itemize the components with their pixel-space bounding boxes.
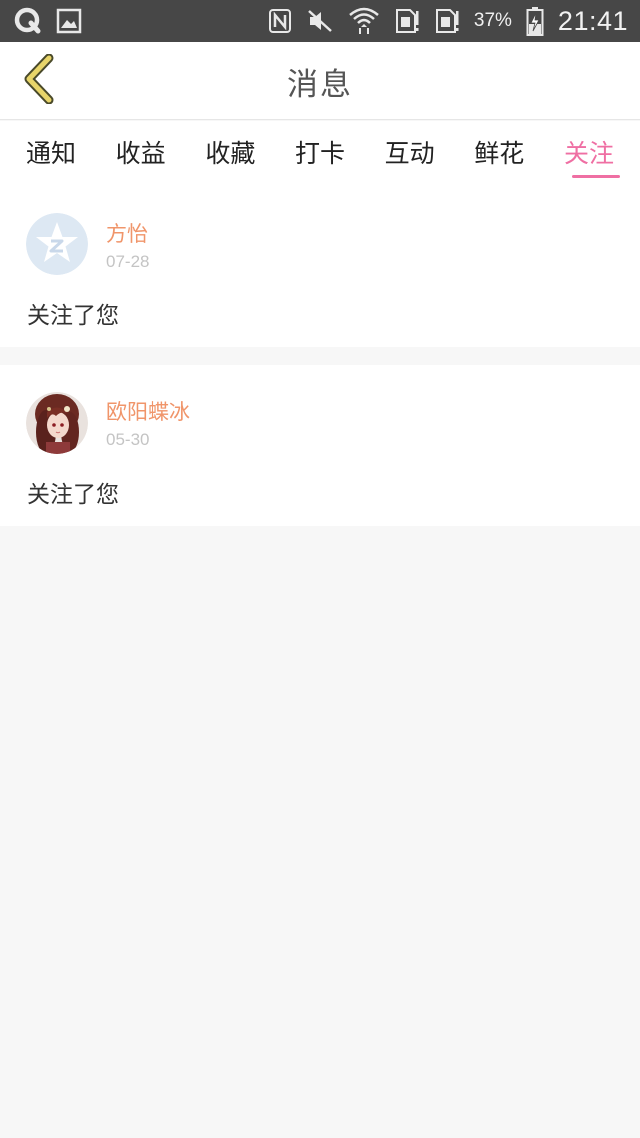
message-list: 方怡 07-28 关注了您 欧阳蝶冰 05-30 关注了您: [0, 187, 640, 526]
tab-flowers[interactable]: 鲜花: [474, 121, 524, 187]
battery-charging-icon: [526, 6, 544, 36]
sim2-icon: [434, 6, 460, 36]
status-bar-right: 37% 21:41: [268, 6, 628, 37]
list-item[interactable]: 欧阳蝶冰 05-30 关注了您: [0, 365, 640, 526]
page-title: 消息: [287, 66, 353, 103]
avatar[interactable]: [26, 392, 88, 454]
user-avatar-image: [26, 392, 88, 454]
message-text: 关注了您: [27, 303, 119, 329]
tab-notice[interactable]: 通知: [26, 121, 76, 187]
message-tabs: 通知 收益 收藏 打卡 互动 鲜花 关注: [0, 121, 640, 187]
tab-earnings[interactable]: 收益: [116, 121, 166, 187]
sim1-icon: [394, 6, 420, 36]
list-item[interactable]: 方怡 07-28 关注了您: [0, 187, 640, 347]
status-bar: 37% 21:41: [0, 0, 640, 42]
sender-name[interactable]: 方怡: [106, 218, 148, 248]
avatar[interactable]: [26, 213, 88, 275]
top-bar: 消息: [0, 42, 640, 120]
message-date: 05-30: [106, 430, 150, 449]
sender-name[interactable]: 欧阳蝶冰: [106, 396, 190, 426]
nfc-icon: [268, 6, 292, 36]
tab-favorites[interactable]: 收藏: [205, 121, 255, 187]
tab-follow[interactable]: 关注: [564, 121, 620, 187]
battery-percent: 37%: [473, 10, 512, 31]
status-bar-left: [14, 6, 82, 36]
q-app-icon: [14, 6, 42, 36]
tab-interaction[interactable]: 互动: [385, 121, 435, 187]
message-text: 关注了您: [27, 482, 119, 508]
tab-checkin[interactable]: 打卡: [295, 121, 345, 187]
wifi-icon: [348, 6, 380, 36]
mute-icon: [306, 6, 334, 36]
message-date: 07-28: [106, 252, 150, 271]
clock: 21:41: [557, 5, 628, 36]
gallery-icon: [56, 6, 82, 36]
default-avatar-icon: [26, 213, 88, 275]
